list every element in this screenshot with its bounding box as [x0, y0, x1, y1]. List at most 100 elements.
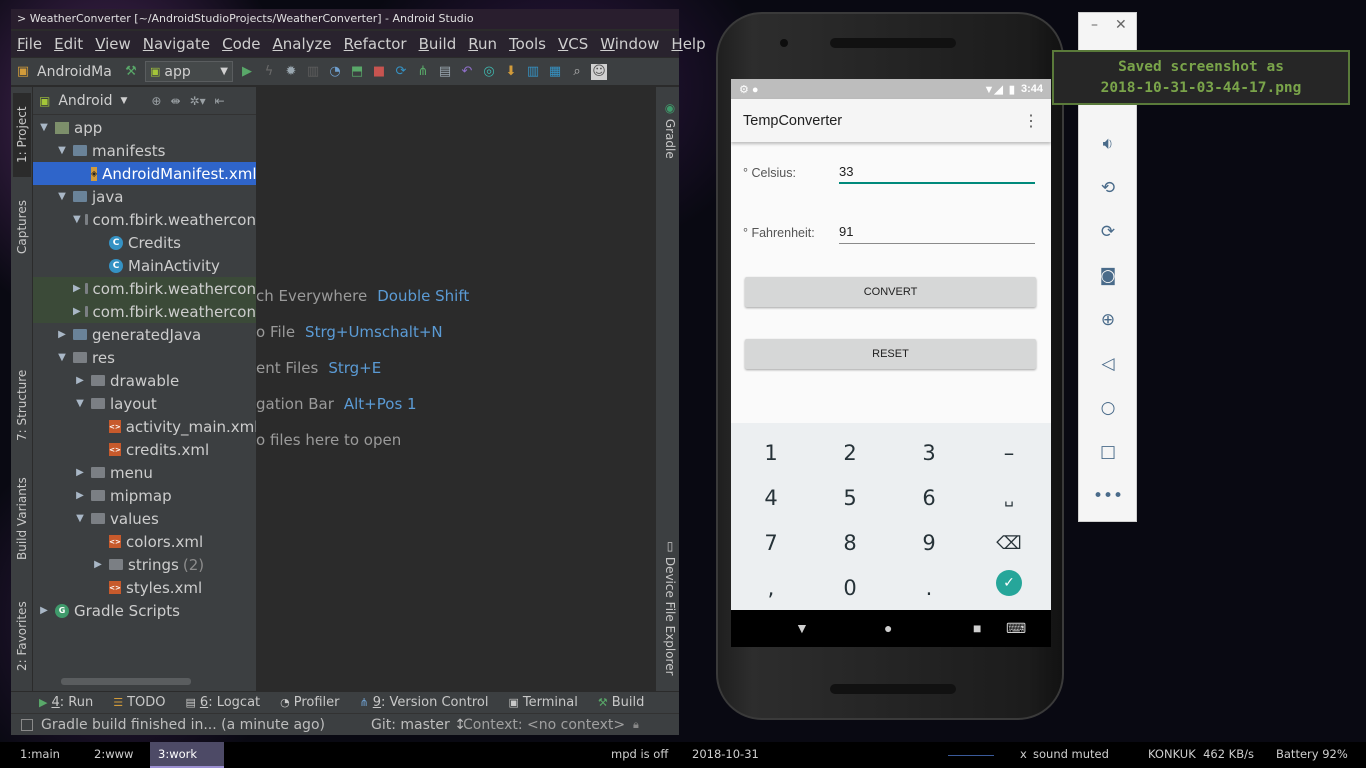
workspace-3[interactable]: 3:work: [150, 742, 224, 768]
key-2[interactable]: 2: [820, 433, 880, 473]
apply-changes-icon[interactable]: ϟ: [261, 64, 277, 80]
project-view-select[interactable]: Android: [58, 93, 112, 109]
run-icon[interactable]: ▶: [239, 64, 255, 80]
target-icon[interactable]: ⊕: [151, 94, 161, 108]
horizontal-scrollbar[interactable]: [61, 678, 191, 685]
tree-item-styles-xml[interactable]: <> styles.xml: [33, 576, 256, 599]
undo-icon[interactable]: ↶: [459, 64, 475, 80]
attach-debugger-icon[interactable]: ▥: [305, 64, 321, 80]
backspace-key[interactable]: ⌫: [979, 523, 1039, 563]
tool-logcat[interactable]: ▤ 6: Logcat: [186, 695, 261, 710]
tab-favorites[interactable]: 2: Favorites: [13, 587, 31, 685]
fahrenheit-input[interactable]: [839, 220, 1035, 244]
menu-window[interactable]: Window: [600, 35, 665, 53]
reset-button[interactable]: RESET: [745, 339, 1036, 369]
key-minus[interactable]: –: [979, 433, 1039, 473]
tab-captures[interactable]: Captures: [13, 187, 31, 267]
more-icon[interactable]: •••: [1093, 483, 1123, 509]
menu-run[interactable]: Run: [468, 35, 503, 53]
tree-item-credits-xml[interactable]: <> credits.xml: [33, 438, 256, 461]
tool-run[interactable]: ▶ 4: Run: [39, 695, 93, 710]
tree-item-app[interactable]: ▼ app: [33, 116, 256, 139]
tool-terminal[interactable]: ▣ Terminal: [508, 695, 577, 710]
device-icon[interactable]: ▥: [525, 64, 541, 80]
make-project-icon[interactable]: ⚒: [123, 64, 139, 80]
recents-nav-icon[interactable]: ■: [973, 620, 981, 636]
status-message[interactable]: Gradle build finished in... (a minute ag…: [41, 717, 325, 733]
key-4[interactable]: 4: [741, 478, 801, 518]
sync-icon[interactable]: ⟳: [393, 64, 409, 80]
key-period[interactable]: .: [899, 568, 959, 608]
tree-item-package-test[interactable]: ▶ com.fbirk.weathercon: [33, 277, 256, 300]
tree-item-menu[interactable]: ▶ menu: [33, 461, 256, 484]
key-space[interactable]: ␣: [979, 478, 1039, 518]
close-icon[interactable]: ✕: [1115, 17, 1127, 33]
tab-project[interactable]: 1: Project: [13, 93, 31, 177]
tree-item-activity-main-xml[interactable]: <> activity_main.xml: [33, 415, 256, 438]
key-comma[interactable]: ,: [741, 568, 801, 608]
tree-item-values[interactable]: ▼ values: [33, 507, 256, 530]
workspace-1[interactable]: 1:main: [12, 742, 68, 768]
sdk-manager-icon[interactable]: ⬇: [503, 64, 519, 80]
hide-icon[interactable]: ⇤: [215, 94, 225, 108]
tab-device-file-explorer[interactable]: ▯ Device File Explorer: [659, 539, 677, 676]
project-name[interactable]: AndroidMa: [37, 64, 117, 80]
tree-item-mipmap[interactable]: ▶ mipmap: [33, 484, 256, 507]
tab-structure[interactable]: 7: Structure: [13, 357, 31, 453]
chevron-down-icon[interactable]: ▼: [120, 96, 127, 106]
settings-icon[interactable]: ✲▾: [190, 94, 206, 108]
lock-icon[interactable]: 🔒︎: [633, 718, 639, 732]
tree-item-generatedjava[interactable]: ▶ generatedJava: [33, 323, 256, 346]
device-screen[interactable]: ⚙ ● ▼◢ ▮ 3:44 TempConverter ⋮ ° Celsius:…: [731, 79, 1051, 647]
key-8[interactable]: 8: [820, 523, 880, 563]
key-6[interactable]: 6: [899, 478, 959, 518]
tab-build-variants[interactable]: Build Variants: [13, 467, 31, 571]
key-1[interactable]: 1: [741, 433, 801, 473]
key-3[interactable]: 3: [899, 433, 959, 473]
tree-item-gradle-scripts[interactable]: ▶ G Gradle Scripts: [33, 599, 256, 622]
key-5[interactable]: 5: [820, 478, 880, 518]
back-nav-icon[interactable]: ▼: [795, 620, 809, 636]
home-nav-icon[interactable]: ●: [884, 620, 892, 636]
menu-tools[interactable]: Tools: [509, 35, 552, 53]
menu-view[interactable]: View: [95, 35, 137, 53]
key-9[interactable]: 9: [899, 523, 959, 563]
volume-down-icon[interactable]: 🔉︎: [1095, 131, 1121, 157]
menu-analyze[interactable]: Analyze: [273, 35, 338, 53]
tree-item-credits[interactable]: C Credits: [33, 231, 256, 254]
gradle-sync-icon[interactable]: ◎: [481, 64, 497, 80]
menu-build[interactable]: Build: [419, 35, 463, 53]
done-key[interactable]: ✓: [996, 570, 1022, 596]
tree-item-colors-xml[interactable]: <> colors.xml: [33, 530, 256, 553]
minimize-icon[interactable]: –: [1091, 17, 1098, 33]
structure-icon[interactable]: ⋔: [415, 64, 431, 80]
tree-item-package[interactable]: ▼ com.fbirk.weathercon: [33, 208, 256, 231]
tab-gradle[interactable]: ◉ Gradle: [659, 101, 677, 159]
menu-refactor[interactable]: Refactor: [344, 35, 413, 53]
overview-icon[interactable]: □: [1095, 439, 1121, 465]
tree-item-drawable[interactable]: ▶ drawable: [33, 369, 256, 392]
key-7[interactable]: 7: [741, 523, 801, 563]
menu-help[interactable]: Help: [671, 35, 711, 53]
search-icon[interactable]: ⌕: [569, 64, 585, 80]
tree-item-strings[interactable]: ▶ strings (2): [33, 553, 256, 576]
git-branch[interactable]: Git: master ↕: [371, 717, 466, 733]
menu-vcs[interactable]: VCS: [558, 35, 594, 53]
avd-manager-icon[interactable]: ▤: [437, 64, 453, 80]
tree-item-layout[interactable]: ▼ layout: [33, 392, 256, 415]
deploy-icon[interactable]: ⬒: [349, 64, 365, 80]
menu-file[interactable]: File: [17, 35, 48, 53]
home-icon[interactable]: ○: [1095, 395, 1121, 421]
tool-version-control[interactable]: ⋔ 9: Version Control: [360, 695, 489, 710]
workspace-2[interactable]: 2:www: [86, 742, 141, 768]
run-config-select[interactable]: ▣ app ▼: [145, 61, 233, 82]
tree-item-package-androidtest[interactable]: ▶ com.fbirk.weathercon: [33, 300, 256, 323]
tool-build[interactable]: ⚒ Build: [598, 695, 645, 710]
convert-button[interactable]: CONVERT: [745, 277, 1036, 307]
menu-edit[interactable]: Edit: [54, 35, 89, 53]
tree-item-res[interactable]: ▼ res: [33, 346, 256, 369]
keyboard-switch-icon[interactable]: ⌨: [1006, 620, 1026, 637]
tree-item-mainactivity[interactable]: C MainActivity: [33, 254, 256, 277]
menu-navigate[interactable]: Navigate: [143, 35, 216, 53]
profile-icon[interactable]: ◔: [327, 64, 343, 80]
